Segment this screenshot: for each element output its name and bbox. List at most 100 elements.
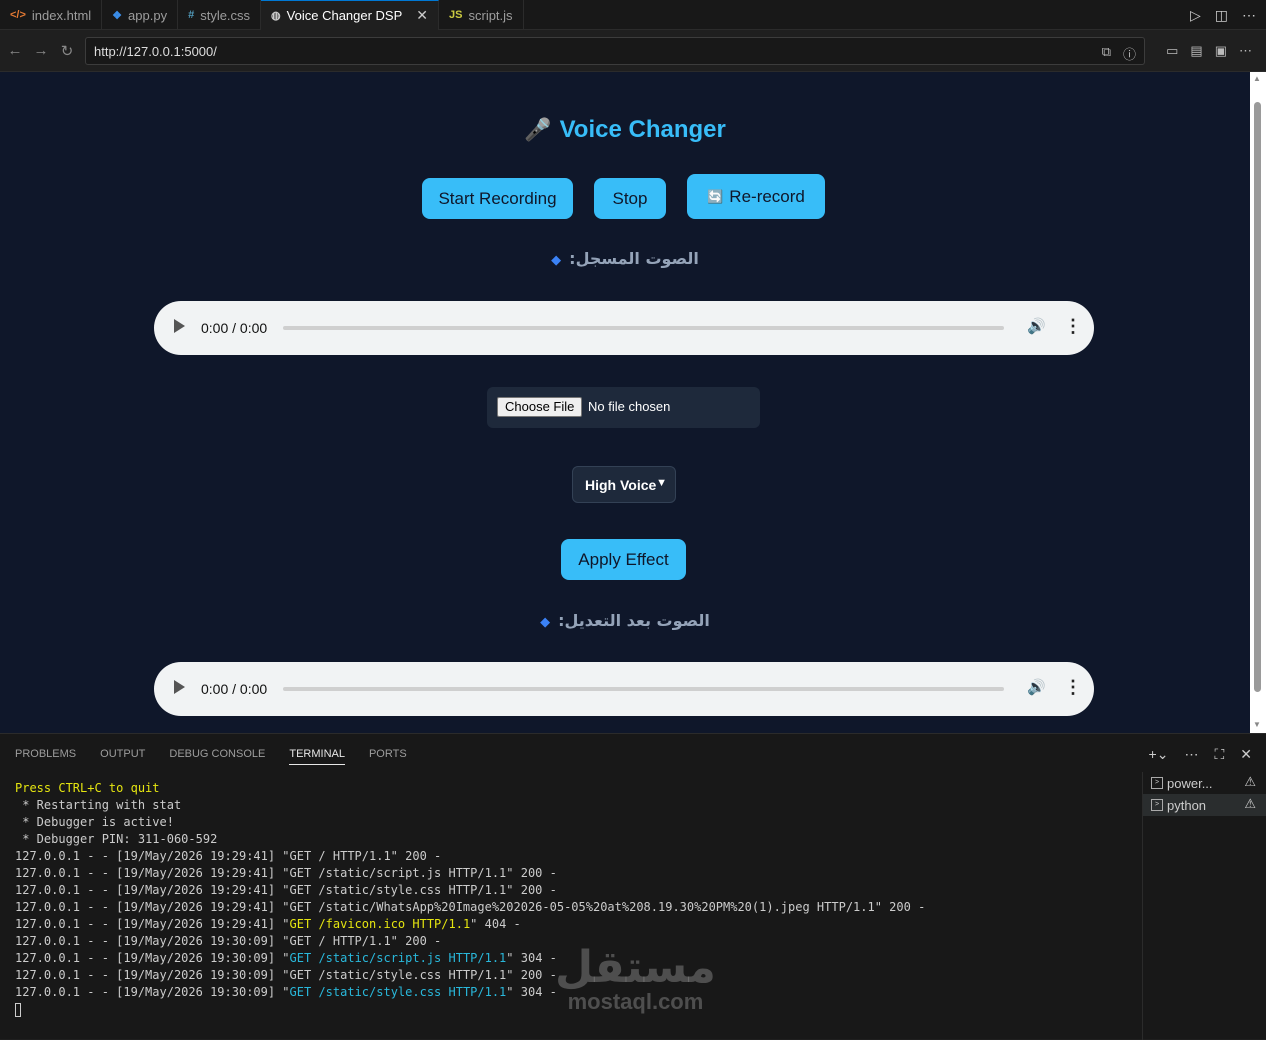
more-icon[interactable]: ⋯ [1239,43,1252,59]
terminal-cursor [15,1002,21,1017]
panel-actions: +⌄ ⋯ ⛶ ✕ [1149,746,1252,763]
terminal-line: 127.0.0.1 - - [19/May/2026 19:29:41] "GE… [15,848,1135,865]
audio-time: 0:00 / 0:00 [201,681,268,697]
split-editor-icon[interactable]: ◫ [1215,7,1228,24]
tab-voice-changer-dsp[interactable]: ◍ Voice Changer DSP ✕ [261,0,440,30]
terminal-text: " 304 - [506,951,557,965]
terminal-text: 127.0.0.1 - - [19/May/2026 19:29:41] "GE… [15,849,442,863]
warning-icon: ⚠ [1244,774,1256,789]
url-input[interactable]: http://127.0.0.1:5000/ [85,37,1145,65]
tab-debug-console[interactable]: DEBUG CONSOLE [169,748,265,765]
watermark-arabic: مستقل [555,942,716,993]
page-title: 🎤 Voice Changer [0,116,1250,144]
forward-arrow-icon[interactable]: → [29,42,53,59]
apply-effect-button[interactable]: Apply Effect [561,539,686,580]
tab-output[interactable]: OUTPUT [100,748,145,765]
terminal-label: power... [1167,775,1213,791]
tab-ports[interactable]: PORTS [369,748,407,765]
more-options-icon[interactable]: ⋮ [1064,316,1082,337]
html-file-icon: </> [10,9,26,21]
volume-icon[interactable]: 🔊 [1027,317,1046,335]
recorded-audio-player[interactable]: 0:00 / 0:00 🔊 ⋮ [154,301,1094,355]
terminal-text: 127.0.0.1 - - [19/May/2026 19:29:41] "GE… [15,900,926,914]
terminal-item-powershell[interactable]: > power... ⚠ [1143,772,1266,794]
terminal-text: 127.0.0.1 - - [19/May/2026 19:30:09] "GE… [15,968,557,982]
maximize-icon[interactable]: ⛶ [1214,746,1224,763]
tab-actions: ▷ ◫ ⋯ [1190,0,1256,30]
microphone-icon: 🎤 [524,117,552,142]
start-recording-button[interactable]: Start Recording [422,178,573,219]
css-file-icon: # [188,9,195,21]
scroll-up-icon[interactable]: ▲ [1253,74,1261,83]
close-icon[interactable]: ✕ [416,7,428,24]
tab-label: script.js [468,7,513,23]
recorded-audio-label: الصوت المسجل: [569,249,699,268]
modified-audio-player[interactable]: 0:00 / 0:00 🔊 ⋮ [154,662,1094,716]
chevron-down-icon: ▼ [656,477,667,489]
tab-label: style.css [200,7,251,23]
terminal-text: " 304 - [506,985,557,999]
page-title-text: Voice Changer [559,116,726,143]
terminal-text: GET /static/style.css HTTP/1.1 [289,985,507,999]
terminal-line: 127.0.0.1 - - [19/May/2026 19:29:41] "GE… [15,882,1135,899]
play-icon[interactable] [174,319,185,333]
browser-nav-bar: ← → ↻ http://127.0.0.1:5000/ ⧉ ⓘ ▭ ▤ ▣ ⋯ [0,30,1266,72]
play-icon[interactable] [174,680,185,694]
new-terminal-icon[interactable]: +⌄ [1149,746,1169,763]
run-icon[interactable]: ▷ [1190,7,1201,24]
page-scrollbar[interactable]: ▲ ▼ [1250,72,1266,733]
web-page: 🎤 Voice Changer Start Recording Stop 🔄 Re… [0,72,1250,733]
terminal-text: * Restarting with stat [15,798,182,812]
diamond-icon: ◆ [540,615,551,630]
terminal-item-python[interactable]: > python ⚠ [1143,794,1266,816]
terminal-text: Press CTRL+C to quit [15,781,160,795]
rerecord-button[interactable]: 🔄 Re-record [687,174,825,219]
back-arrow-icon[interactable]: ← [3,42,27,59]
terminal-text: 127.0.0.1 - - [19/May/2026 19:29:41] "GE… [15,866,557,880]
terminal-text: 127.0.0.1 - - [19/May/2026 19:30:09] " [15,951,290,965]
audio-progress-track[interactable] [283,687,1004,691]
tab-style-css[interactable]: # style.css [178,0,262,30]
more-icon[interactable]: ⋯ [1184,746,1198,763]
url-actions: ⧉ ⓘ [1102,44,1136,63]
tab-script-js[interactable]: JS script.js [439,0,524,30]
tab-label: index.html [31,7,92,23]
volume-icon[interactable]: 🔊 [1027,678,1046,696]
scroll-down-icon[interactable]: ▼ [1253,720,1261,729]
terminal-icon[interactable]: ▣ [1215,43,1227,59]
more-actions-icon[interactable]: ⋯ [1242,7,1256,24]
tab-app-py[interactable]: ❖ app.py [102,0,179,30]
stop-button[interactable]: Stop [594,178,666,219]
close-panel-icon[interactable]: ✕ [1240,746,1252,763]
screencast-icon[interactable]: ⧉ [1102,44,1111,63]
notes-icon[interactable]: ▤ [1190,43,1202,59]
terminal-line: * Debugger is active! [15,814,1135,831]
audio-time: 0:00 / 0:00 [201,320,268,336]
terminal-text: 127.0.0.1 - - [19/May/2026 19:30:09] "GE… [15,934,442,948]
tab-label: app.py [128,7,168,23]
tab-problems[interactable]: PROBLEMS [15,748,76,765]
rerecord-label: Re-record [729,186,805,206]
cast-icon[interactable]: ▭ [1166,43,1178,59]
warning-icon: ⚠ [1244,796,1256,811]
effect-select[interactable]: High Voice ▼ [572,466,676,503]
python-file-icon: ❖ [112,9,123,22]
choose-file-button[interactable]: Choose File [497,397,583,417]
info-icon[interactable]: ⓘ [1123,44,1136,63]
tab-terminal[interactable]: TERMINAL [289,748,345,765]
file-status: No file chosen [588,399,671,414]
reload-icon[interactable]: ↻ [55,42,79,60]
terminal-line: * Debugger PIN: 311-060-592 [15,831,1135,848]
terminal-text: 127.0.0.1 - - [19/May/2026 19:29:41] " [15,917,290,931]
panel-tabs: PROBLEMS OUTPUT DEBUG CONSOLE TERMINAL P… [15,748,407,765]
terminal-text: * Debugger is active! [15,815,174,829]
scroll-thumb[interactable] [1254,102,1261,692]
terminal-text: 127.0.0.1 - - [19/May/2026 19:30:09] " [15,985,290,999]
editor-tab-bar: </> index.html ❖ app.py # style.css ◍ Vo… [0,0,1266,30]
audio-progress-track[interactable] [283,326,1004,330]
diamond-icon: ◆ [551,253,562,268]
tab-index-html[interactable]: </> index.html [0,0,103,30]
more-options-icon[interactable]: ⋮ [1064,677,1082,698]
terminal-line: 127.0.0.1 - - [19/May/2026 19:29:41] "GE… [15,899,1135,916]
globe-icon: ◍ [271,10,281,22]
